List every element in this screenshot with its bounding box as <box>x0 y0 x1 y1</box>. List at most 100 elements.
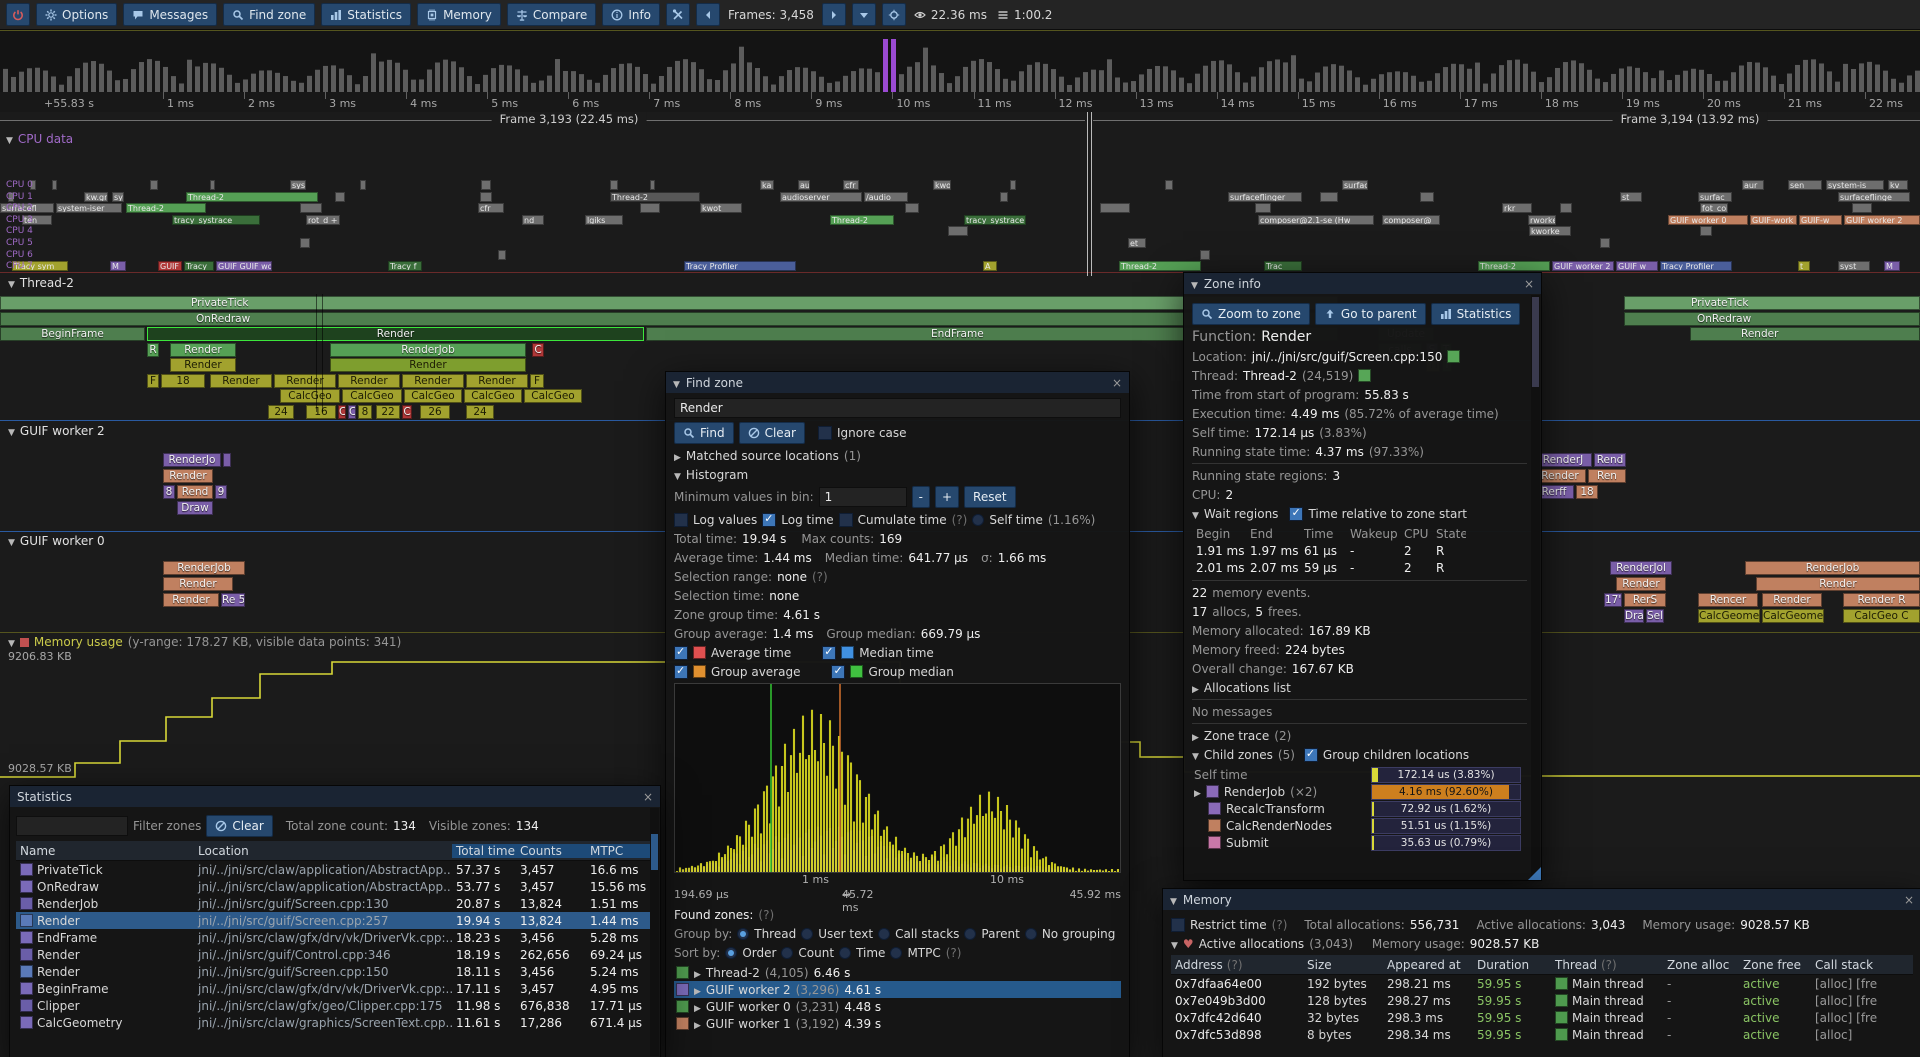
timeline-zone[interactable]: Render <box>1690 327 1920 341</box>
child-zone-row[interactable]: RenderJob(×2)4.16 ms (92.60%) <box>1192 783 1527 800</box>
statistics-row[interactable]: Renderjni/../jni/src/guif/Screen.cpp:150… <box>16 963 650 980</box>
timeline-zone[interactable]: 8 <box>163 485 175 499</box>
cpu-zone[interactable] <box>481 180 491 190</box>
self-time-radio[interactable] <box>972 514 984 526</box>
wait-column-header[interactable]: Time <box>1300 527 1346 541</box>
stats-column-header[interactable]: Counts <box>516 844 586 858</box>
legend-checkbox[interactable] <box>674 665 688 679</box>
cpu-zone[interactable]: kworke <box>1529 226 1571 236</box>
timeline-zone[interactable]: Render <box>274 374 336 388</box>
timeline-zone[interactable]: RenderJob <box>163 561 245 575</box>
expand-icon[interactable] <box>694 983 701 997</box>
allocation-row[interactable]: 0x7dfc53d8988 bytes298.34 ms59.95 sMain … <box>1171 1026 1913 1043</box>
timeline-zone[interactable]: CalcGeomet <box>1762 609 1824 623</box>
cpu-zone[interactable]: GUIF-w <box>1799 215 1842 225</box>
info-button[interactable]: Info <box>602 3 660 26</box>
time-ruler[interactable]: +55.83 s 1 ms2 ms3 ms4 ms5 ms6 ms7 ms8 m… <box>0 92 1920 112</box>
wait-column-header[interactable]: End <box>1246 527 1300 541</box>
timeline-zone[interactable]: F <box>530 374 544 388</box>
cpu-zone[interactable]: kwo <box>933 180 951 190</box>
bin-increase-button[interactable]: + <box>935 486 959 508</box>
cpu-zone[interactable] <box>1010 180 1016 190</box>
stats-clear-button[interactable]: Clear <box>206 815 272 837</box>
collapse-icon[interactable] <box>8 276 15 290</box>
cpu-zone[interactable]: Thread-2 <box>830 215 894 225</box>
options-button[interactable]: Options <box>36 3 117 26</box>
timeline-zone[interactable]: Render <box>1616 577 1666 591</box>
timeline-zone[interactable]: R <box>147 343 159 357</box>
cpu-zone[interactable]: sys <box>290 180 306 190</box>
timeline-zone[interactable]: Dra <box>1624 609 1644 623</box>
statistics-row[interactable]: CalcGeometryjni/../jni/src/claw/graphics… <box>16 1014 650 1031</box>
memory-column-header[interactable]: Call stack <box>1811 958 1907 972</box>
cpu-zone[interactable] <box>1200 250 1210 260</box>
frame-label-left[interactable]: Frame 3,193 (22.45 ms) <box>492 112 647 126</box>
close-icon[interactable] <box>1904 893 1914 907</box>
cpu-zone[interactable]: Tracy f <box>388 261 422 271</box>
memory-column-header[interactable]: Duration <box>1473 958 1551 972</box>
cpu-zone[interactable]: st <box>1620 192 1642 202</box>
timeline-zone[interactable]: Render <box>338 374 400 388</box>
cpu-zone[interactable]: Tracy Profiler <box>1660 261 1732 271</box>
histogram-plot[interactable] <box>674 683 1121 873</box>
timeline-zone[interactable]: 24 <box>466 405 494 419</box>
timeline-zone[interactable]: CalcGeo C <box>1843 609 1920 623</box>
cpu-zone[interactable] <box>948 226 968 236</box>
timeline-zone[interactable]: Render <box>1756 577 1920 591</box>
timeline-zone[interactable]: RerS <box>1624 593 1666 607</box>
statistics-table-header[interactable]: NameLocationTotal timeCountsMTPC <box>16 841 650 861</box>
timeline-zone[interactable]: Rend <box>177 485 213 499</box>
timeline-zone[interactable]: CalcGeo <box>464 389 522 403</box>
cpu-zone[interactable] <box>610 180 618 190</box>
cpu-zone[interactable]: kv <box>1888 180 1908 190</box>
memory-column-header[interactable]: Thread(?) <box>1551 958 1663 972</box>
expand-icon[interactable] <box>674 449 681 463</box>
cpu-zone[interactable]: cfr <box>478 203 504 213</box>
cpu-zone[interactable] <box>52 180 57 190</box>
cpu-zone[interactable]: audioserver <box>780 192 862 202</box>
memory-column-header[interactable]: Address(?) <box>1171 958 1303 972</box>
frame-histogram-strip[interactable] <box>0 30 1920 94</box>
memory-column-header[interactable]: Size <box>1303 958 1383 972</box>
group-by-user-text-radio[interactable] <box>801 928 813 940</box>
timeline-zone[interactable]: RenderJ <box>1534 453 1592 467</box>
cpu-zone[interactable]: kwot <box>700 203 742 213</box>
cpu-zone[interactable]: A <box>983 261 997 271</box>
statistics-row[interactable]: BeginFramejni/../jni/src/claw/gfx/drv/vk… <box>16 980 650 997</box>
cpu-zone[interactable] <box>335 192 345 202</box>
statistics-row[interactable]: OnRedrawjni/../jni/src/claw/application/… <box>16 878 650 895</box>
find-button[interactable]: Find <box>674 422 734 444</box>
timeline-zone[interactable]: Render <box>170 358 236 372</box>
timeline-zone[interactable]: 26 <box>420 405 450 419</box>
cpu-zone[interactable] <box>1600 238 1610 248</box>
memory-column-header[interactable]: Zone alloc <box>1663 958 1739 972</box>
min-bin-input[interactable] <box>819 487 907 507</box>
cpu-zone[interactable]: GUIF-work <box>1750 215 1797 225</box>
cpu-zone[interactable] <box>1852 203 1872 213</box>
collapse-icon[interactable] <box>1170 893 1177 907</box>
cpu-zone[interactable] <box>300 203 322 213</box>
group-by-parent-radio[interactable] <box>964 928 976 940</box>
log-values-checkbox[interactable] <box>674 513 688 527</box>
timeline-zone[interactable]: PrivateTick <box>0 296 1338 310</box>
frames-next-button[interactable] <box>822 3 846 26</box>
timeline-zone[interactable]: Ren <box>1588 469 1626 483</box>
zone-statistics-button[interactable]: Statistics <box>1431 303 1521 325</box>
cpu-zone[interactable] <box>360 180 366 190</box>
cpu-zone[interactable] <box>1165 180 1173 190</box>
cpu-zone[interactable]: Thread-2 <box>1119 261 1201 271</box>
cpu-zone[interactable]: M <box>110 261 126 271</box>
cpu-zone[interactable] <box>498 250 506 260</box>
go-to-parent-button[interactable]: Go to parent <box>1315 303 1426 325</box>
timeline-zone[interactable]: Rend <box>1594 453 1626 467</box>
expand-icon[interactable] <box>694 1000 701 1014</box>
messages-button[interactable]: Messages <box>123 3 217 26</box>
expand-icon[interactable] <box>694 966 701 980</box>
collapse-icon[interactable] <box>1192 507 1199 521</box>
timeline-zone[interactable] <box>223 453 231 467</box>
right-arrow-icon[interactable] <box>842 888 851 901</box>
frame-label-right[interactable]: Frame 3,194 (13.92 ms) <box>1613 112 1768 126</box>
cpu-zone[interactable] <box>210 180 215 190</box>
expand-icon[interactable] <box>1194 785 1201 799</box>
cpu-zone[interactable]: lgiks <box>585 215 623 225</box>
